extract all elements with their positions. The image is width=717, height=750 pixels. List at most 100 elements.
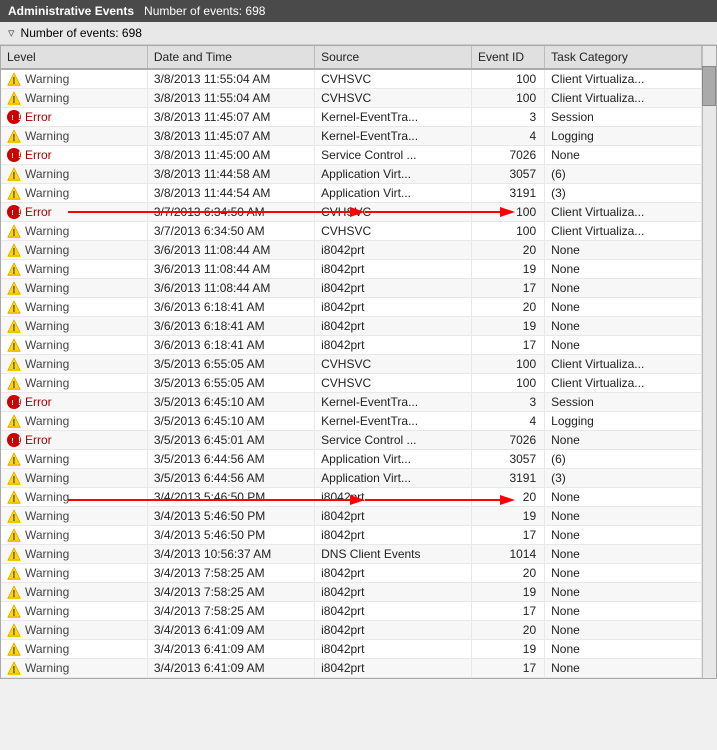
title-bar: Administrative Events Number of events: … — [0, 0, 717, 22]
table-row[interactable]: !Warning3/4/2013 5:46:50 PMi8042prt19Non… — [1, 507, 702, 526]
table-row[interactable]: !Warning3/4/2013 6:41:09 AMi8042prt17Non… — [1, 659, 702, 678]
eventid-cell: 7026 — [471, 146, 544, 165]
source-cell: Application Virt... — [315, 450, 472, 469]
table-row[interactable]: !Warning3/4/2013 6:41:09 AMi8042prt19Non… — [1, 640, 702, 659]
table-row[interactable]: !Warning3/8/2013 11:55:04 AMCVHSVC100Cli… — [1, 89, 702, 108]
taskcategory-cell: None — [545, 545, 702, 564]
level-cell: !Warning — [1, 412, 147, 431]
eventid-cell: 17 — [471, 279, 544, 298]
events-table: Level Date and Time Source Event ID Task… — [1, 46, 702, 678]
warning-icon: ! — [7, 319, 21, 333]
table-row[interactable]: !Warning3/4/2013 5:46:50 PMi8042prt20Non… — [1, 488, 702, 507]
table-row[interactable]: !Warning3/8/2013 11:44:54 AMApplication … — [1, 184, 702, 203]
eventid-cell: 17 — [471, 336, 544, 355]
table-row[interactable]: !Error3/5/2013 6:45:10 AMKernel-EventTra… — [1, 393, 702, 412]
eventid-cell: 7026 — [471, 431, 544, 450]
table-row[interactable]: !Warning3/6/2013 6:18:41 AMi8042prt17Non… — [1, 336, 702, 355]
table-row[interactable]: !Error3/5/2013 6:45:01 AMService Control… — [1, 431, 702, 450]
source-cell: i8042prt — [315, 279, 472, 298]
table-row[interactable]: !Warning3/6/2013 6:18:41 AMi8042prt19Non… — [1, 317, 702, 336]
error-icon: ! — [7, 433, 21, 447]
source-cell: i8042prt — [315, 526, 472, 545]
level-cell: !Warning — [1, 621, 147, 640]
warning-icon: ! — [7, 566, 21, 580]
svg-text:!: ! — [13, 514, 16, 523]
eventid-cell: 1014 — [471, 545, 544, 564]
svg-text:!: ! — [13, 666, 16, 675]
col-header-level[interactable]: Level — [1, 46, 147, 69]
source-cell: Kernel-EventTra... — [315, 108, 472, 127]
level-cell: ! Warning — [1, 507, 147, 526]
scrollbar-thumb[interactable] — [702, 66, 716, 106]
datetime-cell: 3/4/2013 5:46:50 PM — [147, 507, 314, 526]
table-body: !Warning3/8/2013 11:55:04 AMCVHSVC100Cli… — [1, 69, 702, 678]
svg-text:!: ! — [13, 248, 16, 257]
eventid-cell: 100 — [471, 89, 544, 108]
table-row[interactable]: !Warning3/4/2013 10:56:37 AMDNS Client E… — [1, 545, 702, 564]
datetime-cell: 3/6/2013 6:18:41 AM — [147, 336, 314, 355]
svg-text:!: ! — [13, 229, 16, 238]
level-cell: !Warning — [1, 260, 147, 279]
eventid-cell: 20 — [471, 241, 544, 260]
table-row[interactable]: !Warning3/7/2013 6:34:50 AMCVHSVC100Clie… — [1, 222, 702, 241]
svg-text:!: ! — [13, 457, 16, 466]
svg-text:!: ! — [13, 571, 16, 580]
table-row[interactable]: !Warning3/8/2013 11:45:07 AMKernel-Event… — [1, 127, 702, 146]
scrollbar-track[interactable] — [702, 46, 716, 678]
taskcategory-cell: Client Virtualiza... — [545, 203, 702, 222]
source-cell: i8042prt — [315, 260, 472, 279]
table-container: Level Date and Time Source Event ID Task… — [0, 45, 717, 679]
source-cell: Application Virt... — [315, 165, 472, 184]
table-row[interactable]: !Warning3/5/2013 6:55:05 AMCVHSVC100Clie… — [1, 374, 702, 393]
level-cell: !Error — [1, 146, 147, 165]
col-header-source[interactable]: Source — [315, 46, 472, 69]
warning-icon: ! — [7, 585, 21, 599]
filter-icon[interactable]: ▿ — [8, 25, 15, 41]
eventid-cell: 20 — [471, 564, 544, 583]
taskcategory-cell: None — [545, 640, 702, 659]
level-cell: !Warning — [1, 526, 147, 545]
table-row[interactable]: !Warning3/6/2013 6:18:41 AMi8042prt20Non… — [1, 298, 702, 317]
level-label: Warning — [25, 509, 69, 523]
taskcategory-cell: None — [545, 241, 702, 260]
level-cell: !Error — [1, 393, 147, 412]
table-row[interactable]: !Warning3/5/2013 6:55:05 AMCVHSVC100Clie… — [1, 355, 702, 374]
table-row[interactable]: !Warning3/4/2013 7:58:25 AMi8042prt20Non… — [1, 564, 702, 583]
table-row[interactable]: !Warning3/6/2013 11:08:44 AMi8042prt20No… — [1, 241, 702, 260]
table-row[interactable]: !Warning3/5/2013 6:44:56 AMApplication V… — [1, 469, 702, 488]
taskcategory-cell: None — [545, 279, 702, 298]
level-label: Warning — [25, 91, 69, 105]
table-row[interactable]: !Warning3/6/2013 11:08:44 AMi8042prt19No… — [1, 260, 702, 279]
table-row[interactable]: !Warning3/5/2013 6:45:10 AMKernel-EventT… — [1, 412, 702, 431]
table-row[interactable]: !Error3/8/2013 11:45:00 AMService Contro… — [1, 146, 702, 165]
source-cell: i8042prt — [315, 241, 472, 260]
taskcategory-cell: None — [545, 583, 702, 602]
table-row[interactable]: !Warning3/6/2013 11:08:44 AMi8042prt17No… — [1, 279, 702, 298]
eventid-cell: 19 — [471, 507, 544, 526]
datetime-cell: 3/5/2013 6:55:05 AM — [147, 355, 314, 374]
level-cell: !Warning — [1, 469, 147, 488]
table-row[interactable]: !Warning3/5/2013 6:44:56 AMApplication V… — [1, 450, 702, 469]
eventid-cell: 100 — [471, 203, 544, 222]
level-label: Error — [25, 110, 52, 124]
eventid-cell: 17 — [471, 659, 544, 678]
table-row[interactable]: !Error3/7/2013 6:34:50 AMCVHSVC100Client… — [1, 203, 702, 222]
table-row[interactable]: !Warning3/4/2013 6:41:09 AMi8042prt20Non… — [1, 621, 702, 640]
table-row[interactable]: !Warning3/8/2013 11:55:04 AMCVHSVC100Cli… — [1, 69, 702, 89]
svg-text:!: ! — [13, 191, 16, 200]
table-row[interactable]: !Warning3/4/2013 7:58:25 AMi8042prt19Non… — [1, 583, 702, 602]
table-row[interactable]: !Error3/8/2013 11:45:07 AMKernel-EventTr… — [1, 108, 702, 127]
table-row[interactable]: !Warning3/4/2013 5:46:50 PMi8042prt17Non… — [1, 526, 702, 545]
level-cell: !Warning — [1, 69, 147, 89]
level-label: Warning — [25, 604, 69, 618]
col-header-taskcategory[interactable]: Task Category — [545, 46, 702, 69]
datetime-cell: 3/6/2013 11:08:44 AM — [147, 241, 314, 260]
col-header-eventid[interactable]: Event ID — [471, 46, 544, 69]
datetime-cell: 3/6/2013 6:18:41 AM — [147, 317, 314, 336]
table-row[interactable]: !Warning3/4/2013 7:58:25 AMi8042prt17Non… — [1, 602, 702, 621]
col-header-datetime[interactable]: Date and Time — [147, 46, 314, 69]
svg-text:!: ! — [13, 628, 16, 637]
source-cell: CVHSVC — [315, 69, 472, 89]
table-row[interactable]: !Warning3/8/2013 11:44:58 AMApplication … — [1, 165, 702, 184]
level-label: Warning — [25, 167, 69, 181]
